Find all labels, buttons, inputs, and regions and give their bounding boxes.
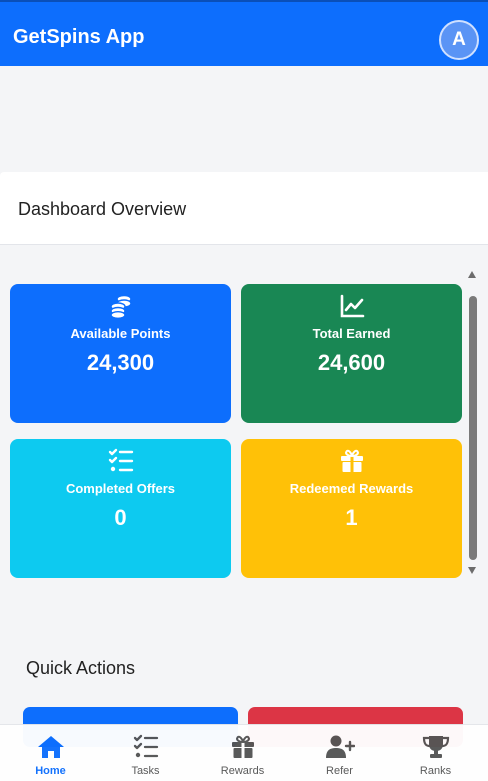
stat-card-redeemed-rewards[interactable]: Redeemed Rewards 1 bbox=[241, 439, 462, 578]
gift-icon bbox=[194, 734, 291, 760]
nav-label: Ranks bbox=[419, 765, 452, 777]
trophy-icon bbox=[387, 734, 484, 760]
nav-item-ranks[interactable]: Ranks bbox=[387, 725, 484, 781]
stat-card-completed-offers[interactable]: Completed Offers 0 bbox=[10, 439, 231, 578]
nav-label: Tasks bbox=[131, 765, 160, 777]
stat-value: 0 bbox=[114, 505, 127, 530]
quick-actions-title: Quick Actions bbox=[26, 658, 136, 678]
stat-label: Redeemed Rewards bbox=[289, 481, 414, 496]
stat-label: Available Points bbox=[70, 326, 171, 341]
list-check-icon bbox=[10, 448, 231, 474]
coins-icon bbox=[10, 293, 231, 319]
stat-label: Total Earned bbox=[312, 326, 391, 341]
stat-value: 1 bbox=[345, 505, 358, 530]
gift-icon bbox=[241, 448, 462, 474]
chart-line-icon bbox=[241, 293, 462, 319]
nav-item-tasks[interactable]: Tasks bbox=[97, 725, 194, 781]
bottom-nav: Home Tasks Rewards Refer Ranks bbox=[0, 724, 488, 781]
nav-label: Rewards bbox=[220, 765, 265, 777]
home-icon bbox=[2, 734, 99, 760]
stat-label: Completed Offers bbox=[65, 481, 176, 496]
nav-item-refer[interactable]: Refer bbox=[291, 725, 388, 781]
scroll-thumb[interactable] bbox=[469, 296, 477, 560]
stat-value: 24,300 bbox=[86, 350, 155, 375]
stat-card-available-points[interactable]: Available Points 24,300 bbox=[10, 284, 231, 423]
avatar[interactable]: A bbox=[439, 20, 479, 60]
tasks-icon bbox=[97, 734, 194, 760]
scroll-up-arrow-icon[interactable] bbox=[468, 271, 476, 278]
scroll-down-arrow-icon[interactable] bbox=[468, 567, 476, 574]
dashboard-overview-title: Dashboard Overview bbox=[18, 199, 187, 219]
nav-item-home[interactable]: Home bbox=[2, 725, 99, 781]
stats-scrollbar[interactable] bbox=[466, 268, 480, 578]
nav-item-rewards[interactable]: Rewards bbox=[194, 725, 291, 781]
nav-label: Home bbox=[35, 765, 66, 777]
nav-label: Refer bbox=[326, 765, 353, 777]
dashboard-overview-card: Dashboard Overview bbox=[0, 172, 488, 245]
user-plus-icon bbox=[291, 734, 388, 760]
app-header: GetSpins App A bbox=[0, 0, 488, 66]
app-title: GetSpins App bbox=[13, 26, 145, 48]
stat-card-total-earned[interactable]: Total Earned 24,600 bbox=[241, 284, 462, 423]
stat-value: 24,600 bbox=[317, 350, 386, 375]
